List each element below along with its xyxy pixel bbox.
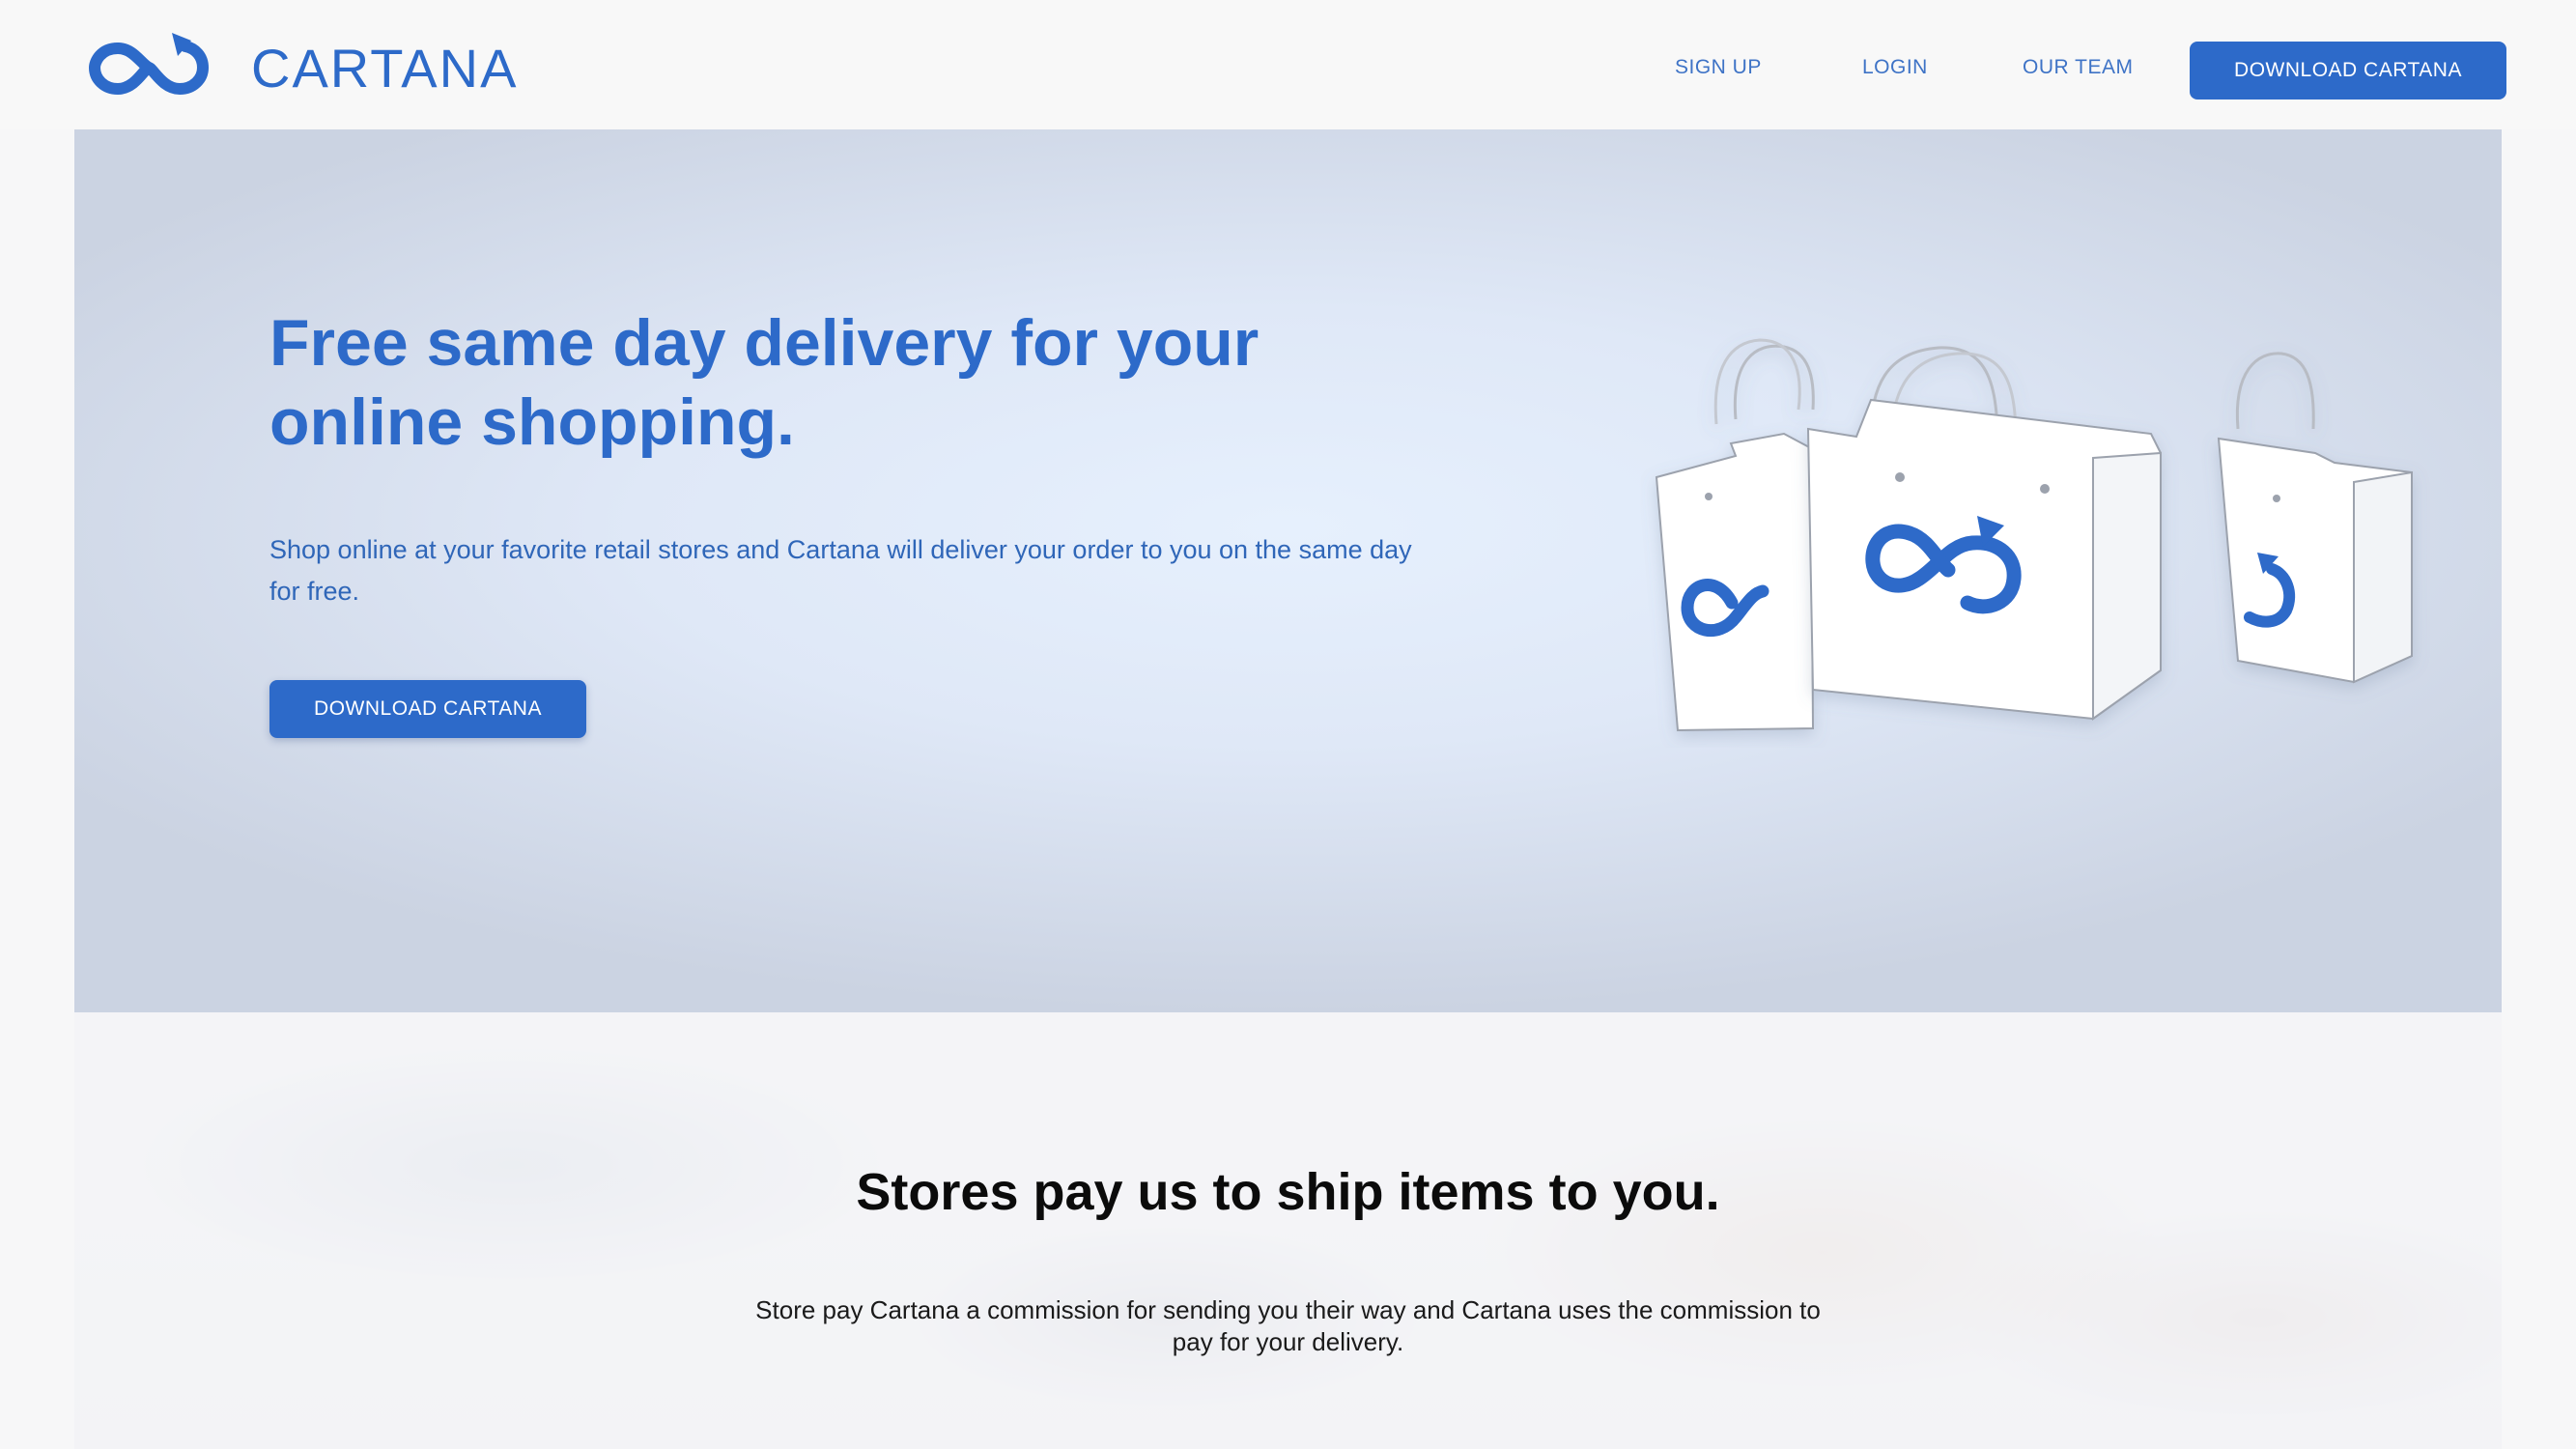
shopping-bags-icon: [1655, 338, 2413, 732]
info-text: Store pay Cartana a commission for sendi…: [755, 1295, 1821, 1356]
info-title: Stores pay us to ship items to you.: [856, 1163, 1720, 1221]
nav-sign-up-link[interactable]: SIGN UP: [1675, 56, 1762, 79]
brand-name: CARTANA: [251, 37, 519, 99]
infinity-arrow-icon: [89, 33, 209, 96]
nav-download-button[interactable]: DOWNLOAD CARTANA: [2190, 42, 2506, 99]
info-background-overlay: [74, 1012, 2502, 1449]
navbar: CARTANA SIGN UP LOGIN OUR TEAM DOWNLOAD …: [0, 0, 2576, 129]
logo-link[interactable]: CARTANA: [89, 29, 518, 106]
hero-download-button[interactable]: DOWNLOAD CARTANA: [269, 680, 586, 738]
hero-title: Free same day delivery for your online s…: [269, 306, 1260, 459]
info-section: Stores pay us to ship items to you. Stor…: [74, 1012, 2502, 1449]
hero-section: Free same day delivery for your online s…: [74, 129, 2502, 1012]
hero-subtitle: Shop online at your favorite retail stor…: [269, 535, 1412, 606]
nav-our-team-link[interactable]: OUR TEAM: [2023, 56, 2133, 79]
nav-login-link[interactable]: LOGIN: [1862, 56, 1928, 79]
